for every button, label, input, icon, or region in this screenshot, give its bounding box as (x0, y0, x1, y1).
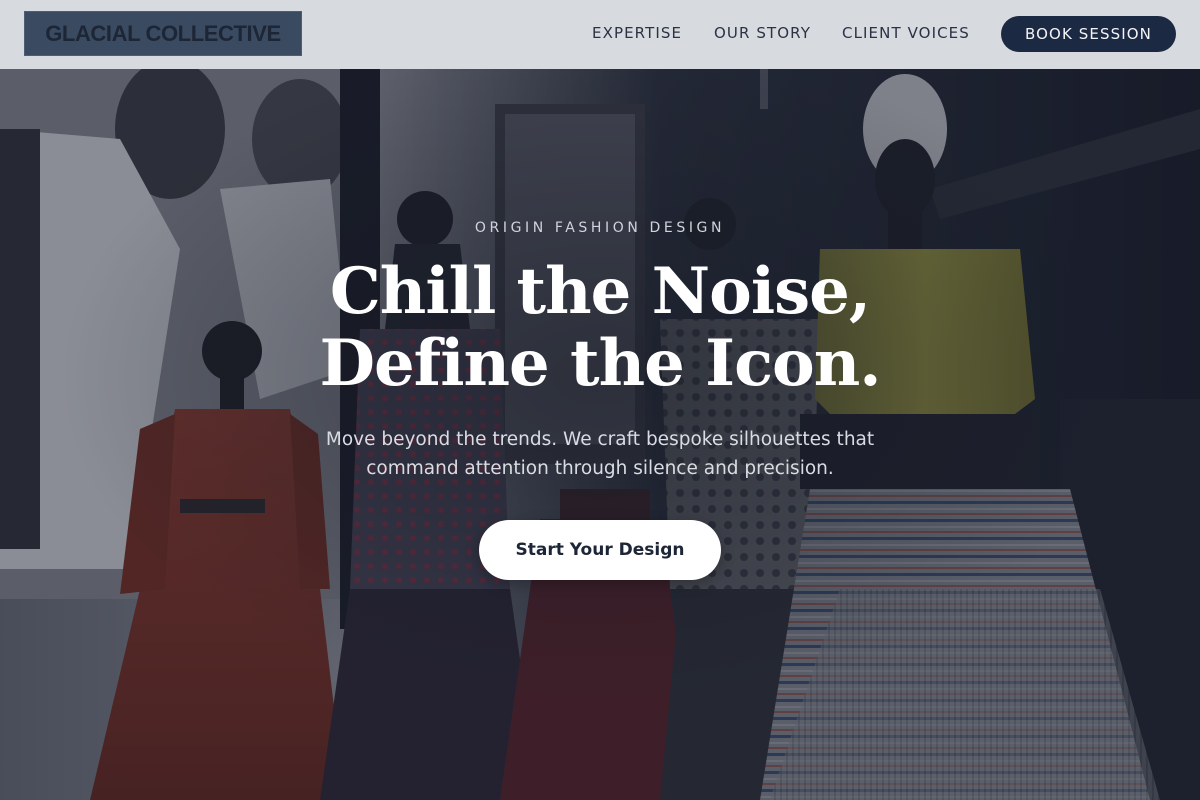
landing-page: GLACIAL COLLECTIVE EXPERTISE OUR STORY C… (0, 0, 1200, 800)
hero-subtext-line-1: Move beyond the trends. We craft bespoke… (325, 429, 875, 450)
nav-link-client-voices[interactable]: CLIENT VOICES (842, 24, 970, 42)
nav-link-expertise[interactable]: EXPERTISE (592, 24, 682, 42)
start-your-design-button[interactable]: Start Your Design (479, 520, 721, 580)
site-header: GLACIAL COLLECTIVE EXPERTISE OUR STORY C… (0, 0, 1200, 69)
hero-headline-line-1: Chill the Noise, (329, 254, 871, 329)
hero-subtext-line-2: command attention through silence and pr… (366, 458, 834, 479)
hero-headline: Chill the Noise, Define the Icon. (0, 256, 1200, 400)
nav-link-our-story[interactable]: OUR STORY (714, 24, 811, 42)
logo[interactable]: GLACIAL COLLECTIVE (24, 11, 302, 56)
hero-headline-line-2: Define the Icon. (319, 326, 881, 401)
book-session-button[interactable]: BOOK SESSION (1001, 16, 1176, 52)
hero-subtext: Move beyond the trends. We craft bespoke… (0, 425, 1200, 483)
hero-eyebrow: ORIGIN FASHION DESIGN (474, 220, 726, 236)
logo-text: GLACIAL COLLECTIVE (45, 20, 281, 46)
